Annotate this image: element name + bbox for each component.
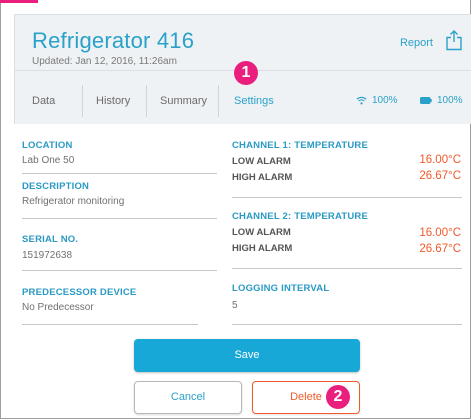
location-underline <box>22 173 217 174</box>
channel-2-high-label: HIGH ALARM <box>232 243 293 254</box>
wifi-icon <box>356 96 367 105</box>
save-button[interactable]: Save <box>134 339 360 372</box>
logging-interval-label: LOGGING INTERVAL <box>232 283 330 294</box>
tab-history[interactable]: History <box>96 95 130 107</box>
channel-2-high-value[interactable]: 26.67°C <box>401 243 461 255</box>
channel-2-low-value[interactable]: 16.00°C <box>401 227 461 239</box>
channel-1-low-label: LOW ALARM <box>232 156 291 167</box>
serial-underline <box>22 270 217 271</box>
tab-data[interactable]: Data <box>32 95 55 107</box>
predecessor-underline <box>22 324 198 325</box>
description-value[interactable]: Refrigerator monitoring <box>22 196 124 207</box>
location-label: LOCATION <box>22 140 73 151</box>
channel-2-underline <box>232 268 462 269</box>
wifi-value: 100% <box>372 95 398 106</box>
serial-label: SERIAL NO. <box>22 234 79 245</box>
wifi-status: 100% <box>356 95 398 106</box>
updated-timestamp: Updated: Jan 12, 2016, 11:26am <box>32 56 177 67</box>
tab-separator <box>82 85 83 117</box>
channel-1-high-label: HIGH ALARM <box>232 172 293 183</box>
location-value[interactable]: Lab One 50 <box>22 155 74 166</box>
logging-interval-value[interactable]: 5 <box>232 300 238 311</box>
battery-value: 100% <box>437 95 463 106</box>
top-accent-bar <box>0 0 38 3</box>
tab-summary[interactable]: Summary <box>160 95 207 107</box>
report-link[interactable]: Report <box>400 37 433 49</box>
description-underline <box>22 218 217 219</box>
cancel-button[interactable]: Cancel <box>134 381 242 414</box>
tab-separator <box>146 85 147 117</box>
page-title: Refrigerator 416 <box>32 28 195 53</box>
share-icon[interactable] <box>445 29 463 51</box>
channel-2-label: CHANNEL 2: TEMPERATURE <box>232 211 368 222</box>
channel-1-high-value[interactable]: 26.67°C <box>401 170 461 182</box>
channel-1-low-value[interactable]: 16.00°C <box>401 154 461 166</box>
battery-icon <box>420 97 432 104</box>
channel-2-low-label: LOW ALARM <box>232 227 291 238</box>
predecessor-value[interactable]: No Predecessor <box>22 302 94 313</box>
step-marker-two: 2 <box>326 385 350 409</box>
step-marker-one: 1 <box>234 61 258 85</box>
tab-separator <box>218 85 219 117</box>
logging-interval-underline <box>232 324 462 325</box>
channel-1-label: CHANNEL 1: TEMPERATURE <box>232 140 368 151</box>
serial-value[interactable]: 151972638 <box>22 250 72 261</box>
description-label: DESCRIPTION <box>22 181 90 192</box>
channel-1-underline <box>232 197 462 198</box>
tab-settings[interactable]: Settings <box>234 95 274 107</box>
predecessor-label: PREDECESSOR DEVICE <box>22 287 137 298</box>
battery-status: 100% <box>420 95 463 106</box>
